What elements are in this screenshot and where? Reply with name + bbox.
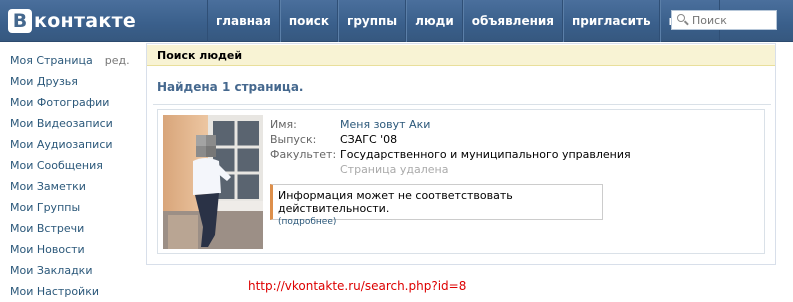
search-box[interactable] bbox=[671, 10, 777, 30]
logo-box: В bbox=[8, 9, 32, 33]
sidebar-item-my-page[interactable]: Моя Страница ред. bbox=[10, 54, 140, 75]
edit-link[interactable]: ред. bbox=[105, 54, 130, 67]
result-info: Имя: Меня зовут Аки Выпуск: СЗАГС '08 Фа… bbox=[270, 117, 631, 177]
search-result-card: Имя: Меня зовут Аки Выпуск: СЗАГС '08 Фа… bbox=[157, 109, 765, 254]
sidebar-item-news[interactable]: Мои Новости bbox=[10, 243, 140, 264]
name-label: Имя: bbox=[270, 118, 297, 131]
nav-search[interactable]: поиск bbox=[279, 0, 339, 42]
graduation-value: СЗАГС '08 bbox=[340, 133, 398, 146]
sidebar: Моя Страница ред. Мои Друзья Мои Фотограф… bbox=[10, 54, 140, 302]
sidebar-item-groups[interactable]: Мои Группы bbox=[10, 201, 140, 222]
info-row-graduation: Выпуск: СЗАГС '08 bbox=[270, 132, 631, 147]
page-title: Поиск людей bbox=[147, 44, 775, 66]
divider bbox=[153, 104, 771, 105]
profile-photo[interactable] bbox=[163, 115, 263, 249]
notice-text: Информация может не соответствовать дейс… bbox=[278, 189, 513, 215]
info-row-faculty: Факультет: Государственного и муниципаль… bbox=[270, 147, 631, 162]
search-icon bbox=[674, 11, 692, 29]
info-notice: Информация может не соответствовать дейс… bbox=[270, 184, 603, 227]
info-row-name: Имя: Меня зовут Аки bbox=[270, 117, 631, 132]
sidebar-item-events[interactable]: Мои Встречи bbox=[10, 222, 140, 243]
nav-invite[interactable]: пригласить bbox=[563, 0, 660, 42]
nav-ads[interactable]: объявления bbox=[462, 0, 564, 42]
graduation-label: Выпуск: bbox=[270, 133, 317, 146]
sidebar-item-audio[interactable]: Мои Аудиозаписи bbox=[10, 138, 140, 159]
main-nav: главная поиск группы люди объявления при… bbox=[207, 0, 720, 42]
sidebar-item-bookmarks[interactable]: Мои Закладки bbox=[10, 264, 140, 285]
nav-home[interactable]: главная bbox=[207, 0, 280, 42]
sidebar-item-videos[interactable]: Мои Видеозаписи bbox=[10, 117, 140, 138]
sidebar-item-photos[interactable]: Мои Фотографии bbox=[10, 96, 140, 117]
page-deleted-status: Страница удалена bbox=[340, 163, 449, 176]
top-bar: В контакте главная поиск группы люди объ… bbox=[0, 0, 793, 42]
sidebar-item-label[interactable]: Моя Страница bbox=[10, 54, 93, 67]
name-link[interactable]: Меня зовут Аки bbox=[340, 117, 430, 132]
sidebar-item-settings[interactable]: Мои Настройки bbox=[10, 285, 140, 302]
results-count: Найдена 1 страница. bbox=[157, 80, 304, 94]
faculty-label: Факультет: bbox=[270, 148, 337, 161]
url-caption: http://vkontakte.ru/search.php?id=8 bbox=[248, 279, 467, 293]
faculty-value: Государственного и муниципального управл… bbox=[340, 148, 631, 161]
nav-groups[interactable]: группы bbox=[338, 0, 407, 42]
logo[interactable]: В контакте bbox=[8, 8, 136, 34]
sidebar-item-friends[interactable]: Мои Друзья bbox=[10, 75, 140, 96]
more-details-link[interactable]: (подробнее) bbox=[278, 217, 602, 228]
search-panel: Поиск людей Найдена 1 страница. Имя: Мен… bbox=[146, 43, 776, 265]
nav-people[interactable]: люди bbox=[406, 0, 463, 42]
sidebar-item-messages[interactable]: Мои Сообщения bbox=[10, 159, 140, 180]
logo-text: контакте bbox=[34, 10, 137, 32]
sidebar-item-notes[interactable]: Мои Заметки bbox=[10, 180, 140, 201]
search-input[interactable] bbox=[692, 13, 774, 27]
photo-image bbox=[163, 115, 263, 249]
